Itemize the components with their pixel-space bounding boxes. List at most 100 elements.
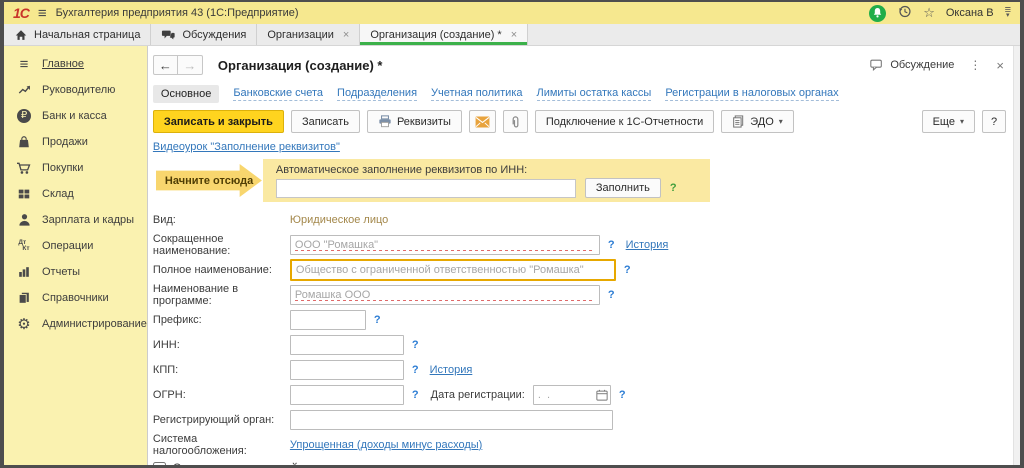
- organization-form: Вид: Юридическое лицо Сокращенное наимен…: [153, 207, 1006, 465]
- tab-organization-create[interactable]: Организация (создание) * ×: [360, 24, 528, 45]
- save-button[interactable]: Записать: [291, 110, 360, 133]
- prefix-label: Префикс:: [153, 314, 290, 326]
- chevron-down-icon: ▾: [960, 117, 964, 126]
- foreign-branch-checkbox[interactable]: [153, 462, 166, 466]
- short-name-history-link[interactable]: История: [626, 239, 669, 251]
- sidebar-item-salary-hr[interactable]: Зарплата и кадры: [4, 207, 147, 233]
- cart-icon: [15, 161, 33, 175]
- requisites-button[interactable]: Реквизиты: [367, 110, 462, 133]
- inn-autofill-label: Автоматическое заполнение реквизитов по …: [276, 164, 710, 176]
- tab-main[interactable]: Основное: [153, 85, 219, 103]
- close-tab-icon[interactable]: ×: [511, 29, 517, 41]
- short-name-input[interactable]: [290, 235, 600, 255]
- tab-accounting-policy[interactable]: Учетная политика: [431, 87, 522, 101]
- reg-authority-input[interactable]: [290, 410, 613, 430]
- history-button[interactable]: [897, 4, 912, 22]
- back-button[interactable]: ←: [153, 55, 178, 75]
- main-menu-icon[interactable]: ≡: [38, 6, 47, 21]
- help-icon[interactable]: ?: [670, 182, 677, 194]
- inn-input[interactable]: [290, 335, 404, 355]
- dt-kt-icon: ДтКт: [15, 240, 33, 252]
- sidebar-item-purchases[interactable]: Покупки: [4, 155, 147, 181]
- tab-organizations[interactable]: Организации ×: [257, 24, 360, 45]
- start-here-arrow: Начните отсюда: [156, 164, 262, 197]
- full-name-label: Полное наименование:: [153, 264, 290, 276]
- books-icon: [15, 291, 33, 305]
- chat-bubble-icon: [869, 58, 884, 72]
- tab-bank-accounts[interactable]: Банковские счета: [233, 87, 323, 101]
- forward-button[interactable]: →: [178, 55, 203, 75]
- more-menu-icon[interactable]: ⋮: [969, 58, 981, 72]
- toolbar: Записать и закрыть Записать Реквизиты По…: [153, 110, 1006, 133]
- reg-authority-row: Регистрирующий орган:: [153, 407, 1006, 432]
- help-icon[interactable]: ?: [608, 289, 615, 301]
- section-nav: Основное Банковские счета Подразделения …: [153, 84, 1006, 104]
- scrollbar[interactable]: [1013, 46, 1020, 465]
- tab-home[interactable]: Начальная страница: [4, 24, 151, 45]
- help-icon[interactable]: ?: [619, 389, 626, 401]
- sidebar-item-directories[interactable]: Справочники: [4, 285, 147, 311]
- ogrn-input[interactable]: [290, 385, 404, 405]
- full-name-input[interactable]: [290, 259, 616, 281]
- calendar-button[interactable]: [595, 388, 609, 402]
- shopping-bag-icon: [15, 135, 33, 149]
- help-icon[interactable]: ?: [608, 239, 615, 251]
- favorites-star-icon[interactable]: ☆: [923, 5, 935, 21]
- email-button[interactable]: [469, 110, 496, 133]
- save-close-button[interactable]: Записать и закрыть: [153, 110, 284, 133]
- sidebar-item-manager[interactable]: Руководителю: [4, 77, 147, 103]
- edo-button[interactable]: ЭДО ▾: [721, 110, 794, 133]
- tab-discussions[interactable]: Обсуждения: [151, 24, 257, 45]
- program-name-input[interactable]: [290, 285, 600, 305]
- bar-chart-icon: [15, 265, 33, 279]
- sections-sidebar: ≡ Главное Руководителю ₽ Банк и касса Пр…: [4, 46, 148, 465]
- user-name[interactable]: Оксана В: [946, 7, 994, 19]
- more-button[interactable]: Еще ▾: [922, 110, 975, 133]
- help-icon[interactable]: ?: [412, 389, 419, 401]
- sidebar-item-administration[interactable]: ⚙ Администрирование: [4, 311, 147, 337]
- attachment-button[interactable]: [503, 110, 528, 133]
- help-icon[interactable]: ?: [624, 264, 631, 276]
- connect-1c-reporting-button[interactable]: Подключение к 1С-Отчетности: [535, 110, 714, 133]
- short-name-row: Сокращенное наименование: ? История: [153, 232, 1006, 257]
- help-icon[interactable]: ?: [374, 314, 381, 326]
- sidebar-item-warehouse[interactable]: Склад: [4, 181, 147, 207]
- kpp-input[interactable]: [290, 360, 404, 380]
- notifications-button[interactable]: [869, 5, 886, 22]
- tax-system-row: Система налогообложения: Упрощенная (дох…: [153, 432, 1006, 457]
- menu-bars-icon: ≡: [15, 57, 33, 72]
- prefix-input[interactable]: [290, 310, 366, 330]
- video-tutorial-link[interactable]: Видеоурок "Заполнение реквизитов": [153, 141, 340, 153]
- envelope-icon: [475, 116, 490, 128]
- discussion-button[interactable]: Обсуждение: [869, 58, 954, 72]
- sidebar-item-bank-cash[interactable]: ₽ Банк и касса: [4, 103, 147, 129]
- sidebar-item-main[interactable]: ≡ Главное: [4, 51, 147, 77]
- tax-system-label: Система налогообложения:: [153, 433, 290, 457]
- kind-value[interactable]: Юридическое лицо: [290, 214, 388, 226]
- close-icon[interactable]: ×: [996, 58, 1004, 73]
- fill-button[interactable]: Заполнить: [585, 178, 661, 198]
- ruble-circle-icon: ₽: [15, 109, 33, 123]
- foreign-branch-row: Отделение иностранной организации: [153, 457, 1006, 465]
- tab-departments[interactable]: Подразделения: [337, 87, 417, 101]
- reg-date-label: Дата регистрации:: [431, 389, 525, 401]
- window-frame: 1С ≡ Бухгалтерия предприятия 43 (1С:Пред…: [0, 0, 1024, 468]
- service-menu-button[interactable]: ≡▾: [1005, 8, 1011, 18]
- program-name-label: Наименование в программе:: [153, 283, 290, 307]
- title-bar: 1С ≡ Бухгалтерия предприятия 43 (1С:Пред…: [4, 2, 1020, 24]
- tax-system-link[interactable]: Упрощенная (доходы минус расходы): [290, 439, 482, 451]
- inn-autofill-input[interactable]: [276, 179, 576, 198]
- inn-label: ИНН:: [153, 339, 290, 351]
- open-windows-tabbar: Начальная страница Обсуждения Организаци…: [4, 24, 1020, 46]
- tab-tax-registrations[interactable]: Регистрации в налоговых органах: [665, 87, 838, 101]
- help-icon[interactable]: ?: [412, 364, 419, 376]
- sidebar-item-sales[interactable]: Продажи: [4, 129, 147, 155]
- help-icon[interactable]: ?: [412, 339, 419, 351]
- sidebar-item-operations[interactable]: ДтКт Операции: [4, 233, 147, 259]
- gear-icon: ⚙: [15, 317, 33, 332]
- kpp-history-link[interactable]: История: [430, 364, 473, 376]
- tab-cash-limits[interactable]: Лимиты остатка кассы: [537, 87, 652, 101]
- help-button[interactable]: ?: [982, 110, 1006, 133]
- close-tab-icon[interactable]: ×: [343, 29, 349, 41]
- sidebar-item-reports[interactable]: Отчеты: [4, 259, 147, 285]
